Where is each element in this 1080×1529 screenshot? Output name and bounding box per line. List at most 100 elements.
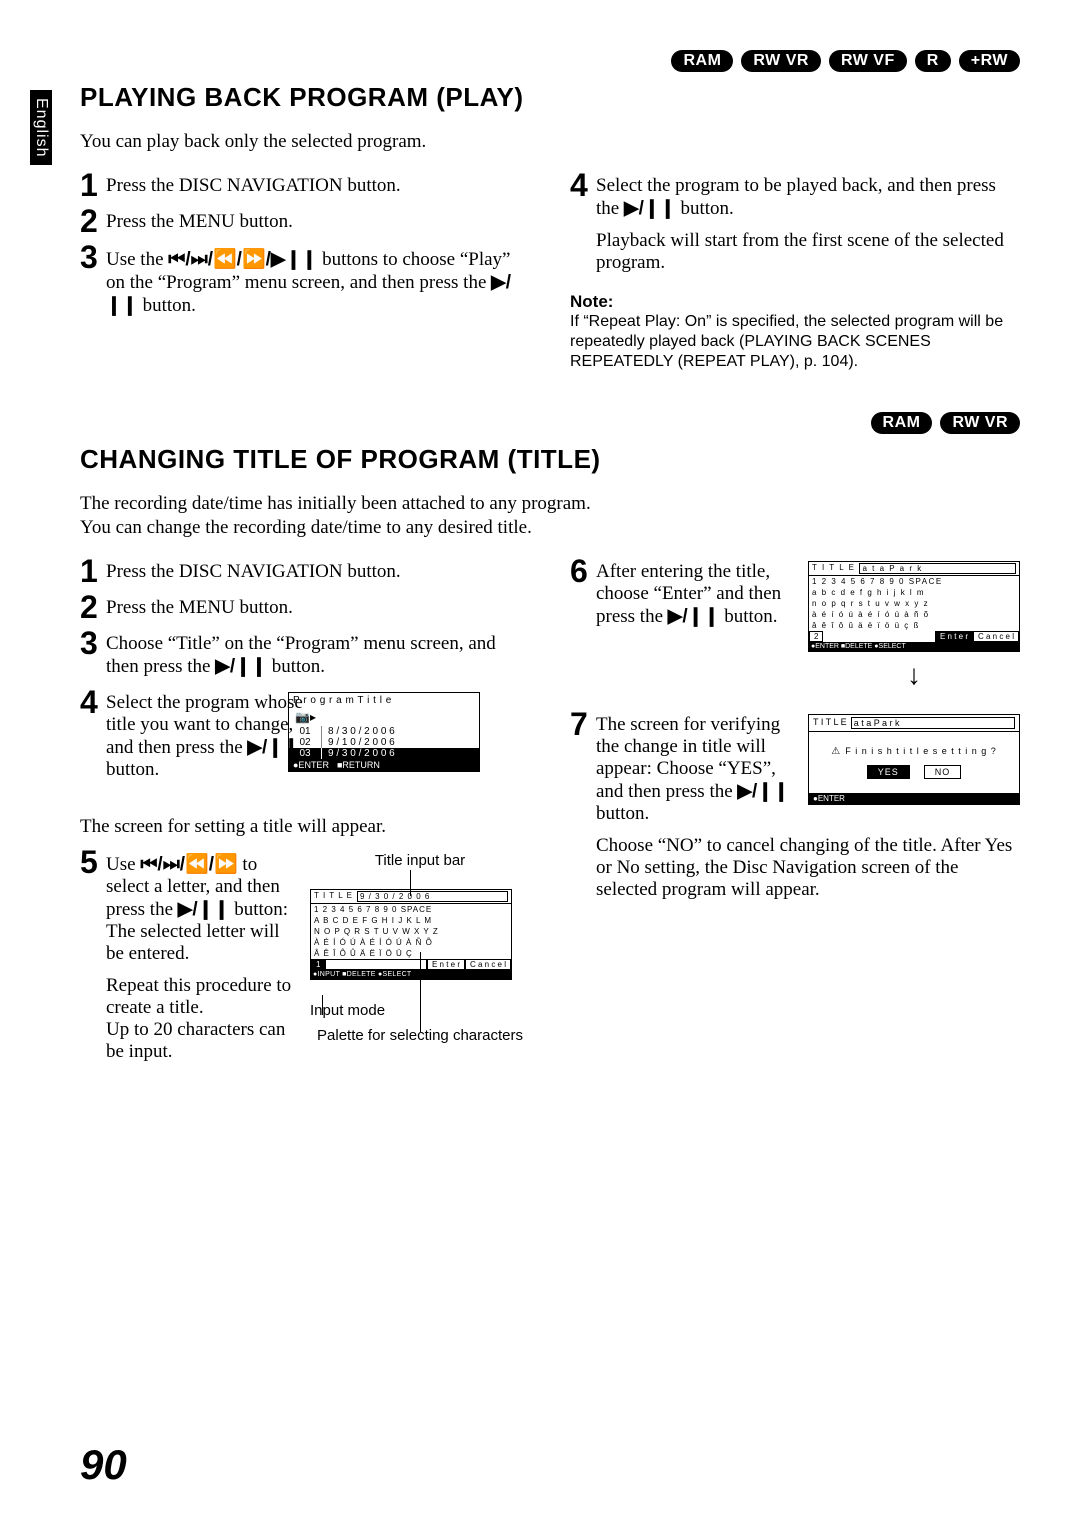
char-row: à é í ó ú à é í ó ú à ñ õ — [809, 609, 1019, 620]
title-input-box: T I T L E 9 / 3 0 / 2 0 0 6 1 2 3 4 5 6 7… — [310, 889, 512, 980]
step-number: 7 — [570, 706, 588, 743]
step-text: button. — [720, 606, 778, 627]
box-title: T I T L E — [813, 717, 847, 729]
char-row: N O P Q R S T U V W X Y Z — [311, 926, 511, 937]
section1-intro: You can play back only the selected prog… — [80, 131, 1020, 153]
playpause-icon: ▶/❙❙ — [624, 198, 676, 219]
s2-step1: 1 Press the DISC NAVIGATION button. — [80, 561, 530, 583]
s2-step7: 7 The screen for verifying the change in… — [570, 714, 1020, 901]
s1-step2: 2 Press the MENU button. — [80, 211, 530, 233]
section2-title: CHANGING TITLE OF PROGRAM (TITLE) — [80, 444, 1020, 475]
s2-step4-sub: The screen for setting a title will appe… — [80, 816, 530, 838]
enter-cell: E n t e r — [427, 959, 465, 970]
step-subtext: Choose “NO” to cancel changing of the ti… — [596, 835, 1020, 901]
s2-step4: 4 Select the program whose title you wan… — [80, 692, 530, 802]
step-text: Press the DISC NAVIGATION button. — [106, 561, 401, 582]
char-row: Â Ê Î Ô Û Ä Ë Ï Ö Ü Ç — [311, 948, 511, 959]
playpause-icon: ▶/❙❙ — [668, 606, 720, 627]
section2-intro2: You can change the recording date/time t… — [80, 517, 1020, 539]
char-row: a b c d e f g h i j k l m — [809, 587, 1019, 598]
box-footer: ●INPUT ■DELETE ●SELECT — [311, 970, 511, 979]
table-row-selected: 039 / 3 0 / 2 0 0 6 — [289, 748, 479, 759]
step-text: Use the — [106, 249, 168, 270]
step-text: Press the MENU button. — [106, 211, 293, 232]
char-row: A B C D E F G H I J K L M — [311, 915, 511, 926]
badge-r: R — [915, 50, 951, 72]
s1-step1: 1 Press the DISC NAVIGATION button. — [80, 175, 530, 197]
badge-rwvr: RW VR — [741, 50, 821, 72]
label-title-input-bar: Title input bar — [310, 852, 530, 869]
footer-enter: ●ENTER — [293, 760, 329, 770]
playpause-icon: ▶/❙❙ — [178, 899, 230, 920]
s1-step3: 3 Use the ⏮/⏭/⏪/⏩/▶❙❙ buttons to choose … — [80, 247, 530, 317]
section2-intro1: The recording date/time has initially be… — [80, 493, 1020, 515]
badge-rwvf: RW VF — [829, 50, 907, 72]
step-text: button. — [138, 295, 196, 316]
camera-icon: 📷▸ — [289, 708, 479, 726]
step-text: button. — [267, 656, 325, 677]
program-title-box: P r o g r a m T i t l e 📷▸ 018 / 3 0 / 2… — [288, 692, 480, 772]
step-subtext: Playback will start from the first scene… — [596, 230, 1020, 274]
note-body: If “Repeat Play: On” is specified, the s… — [570, 312, 1020, 372]
language-tab: English — [30, 90, 52, 165]
badge-ram: RAM — [871, 412, 933, 434]
playpause-icon: ▶/❙❙ — [737, 781, 789, 802]
s2-step5: 5 Use ⏮/⏭/⏪/⏩ to select a letter, and th… — [80, 852, 530, 1063]
char-row: â ê î ô û ä ë ï ö ü ç ß — [809, 620, 1019, 631]
step-text: button. — [676, 198, 734, 219]
step-number: 5 — [80, 844, 98, 881]
badge-plusrw: +RW — [959, 50, 1020, 72]
step-number: 3 — [80, 239, 98, 276]
mode-indicator: 2 — [809, 631, 823, 642]
mode-bar: 1 E n t e r C a n c e l — [311, 959, 511, 970]
title-input-diagram: Title input bar T I T L E 9 / 3 0 / 2 0 0… — [310, 852, 530, 1044]
no-button: NO — [924, 765, 962, 779]
step-number: 2 — [80, 203, 98, 240]
mode-bar: 2 E n t e r C a n c e l — [809, 631, 1019, 642]
char-row: 1 2 3 4 5 6 7 8 9 0 SPACE — [809, 576, 1019, 587]
box-footer: ●ENTER — [809, 793, 1019, 804]
s2-step2: 2 Press the MENU button. — [80, 597, 530, 619]
playpause-icon: ▶/❙❙ — [215, 656, 267, 677]
step-number: 2 — [80, 589, 98, 626]
nav-buttons-icon: ⏮/⏭/⏪/⏩ — [140, 854, 237, 875]
char-row: À É Í Ó Ú À É Í Ó Ú À Ñ Õ — [311, 937, 511, 948]
step-text: button. — [596, 803, 649, 824]
char-row: n o p q r s t u v w x y z — [809, 598, 1019, 609]
step-number: 1 — [80, 167, 98, 204]
badge-rwvr: RW VR — [940, 412, 1020, 434]
step-text: Use — [106, 854, 140, 875]
disc-badges-mid: RAM RW VR — [80, 412, 1020, 434]
box-footer: ●ENTER ■DELETE ●SELECT — [809, 642, 1019, 651]
step-text: button. — [106, 759, 159, 780]
box-footer: ●ENTER ■RETURN — [289, 759, 479, 771]
section1-title: PLAYING BACK PROGRAM (PLAY) — [80, 82, 1020, 113]
note-heading: Note: — [570, 292, 1020, 312]
box-header: P r o g r a m T i t l e — [289, 693, 479, 708]
cancel-cell: C a n c e l — [465, 959, 511, 970]
table-row: 018 / 3 0 / 2 0 0 6 — [289, 726, 479, 737]
s1-step4: 4 Select the program to be played back, … — [570, 175, 1020, 274]
title-value: a t a P a r k — [851, 717, 1015, 729]
nav-buttons-icon: ⏮/⏭/⏪/⏩/▶❙❙ — [168, 249, 317, 270]
step-number: 4 — [80, 684, 98, 721]
disc-badges-top: RAM RW VR RW VF R +RW — [80, 50, 1020, 72]
verify-question: F i n i s h t i t l e s e t t i n g ? — [815, 746, 1013, 757]
footer-return: ■RETURN — [337, 760, 380, 770]
box-title: T I T L E — [314, 891, 353, 902]
step-number: 6 — [570, 553, 588, 590]
enter-cell-selected: E n t e r — [935, 631, 973, 642]
step-number: 4 — [570, 167, 588, 204]
cancel-cell: C a n c e l — [973, 631, 1019, 642]
title-value: a t a P a r k — [859, 563, 1016, 574]
mode-indicator: 1 — [311, 959, 325, 970]
step-text: Press the MENU button. — [106, 597, 293, 618]
verify-box: T I T L E a t a P a r k F i n i s h t i t… — [808, 714, 1020, 805]
yes-button: YES — [867, 765, 910, 779]
step-subtext: Repeat this procedure to create a title.… — [106, 975, 292, 1063]
title-value: 9 / 3 0 / 2 0 0 6 — [357, 891, 508, 902]
keypad-box: T I T L Ea t a P a r k 1 2 3 4 5 6 7 8 9… — [808, 561, 1020, 652]
char-row: 1 2 3 4 5 6 7 8 9 0 SPACE — [311, 904, 511, 915]
page-number: 90 — [80, 1441, 127, 1489]
arrow-down-icon: ↓ — [907, 660, 921, 692]
